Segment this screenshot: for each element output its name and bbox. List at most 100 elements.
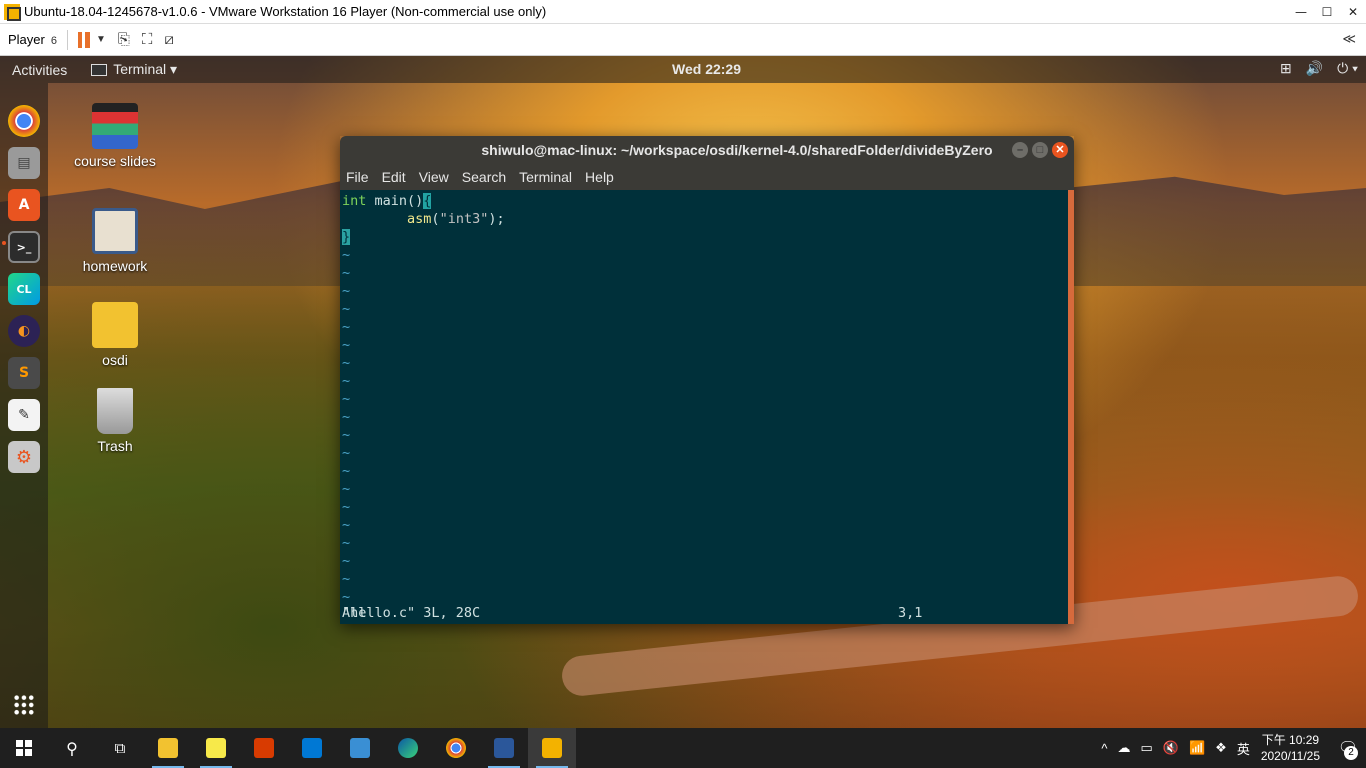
toolbar-divider [66, 29, 68, 50]
dock-terminal-icon[interactable]: >_ [8, 231, 40, 263]
code-line-2: asm("int3"); [407, 211, 505, 227]
volume-icon: 🔊 [1305, 60, 1324, 76]
menu-terminal[interactable]: Terminal [519, 169, 572, 185]
unity-mode-icon[interactable]: ⧄ [164, 31, 174, 48]
dropbox-icon[interactable]: ❖ [1215, 740, 1227, 756]
desktop-icon-homework[interactable]: homework [65, 208, 165, 274]
power-icon: ⏻ ▾ [1337, 60, 1358, 76]
empty-line-tilde: ~ [342, 535, 351, 551]
terminal-close-button[interactable]: ✕ [1052, 142, 1068, 158]
taskbar-time: 下午 10:29 [1261, 733, 1320, 747]
network-icon: ⊞ [1279, 60, 1292, 76]
taskbar-search-icon[interactable]: ⚲ [48, 728, 96, 768]
empty-line-tilde: ~ [342, 319, 351, 335]
task-view-icon[interactable]: ⧉ [96, 728, 144, 768]
taskbar-edge-icon[interactable] [384, 728, 432, 768]
empty-line-tilde: ~ [342, 391, 351, 407]
empty-line-tilde: ~ [342, 481, 351, 497]
terminal-minimize-button[interactable]: – [1012, 142, 1028, 158]
desktop-icon-trash[interactable]: Trash [65, 388, 165, 454]
action-center-button[interactable]: 🗨 2 [1330, 728, 1366, 768]
terminal-text-area[interactable]: int main(){ asm("int3"); } ~ ~ ~ ~ ~ ~ ~ ~ ~ ~ ~ ~ ~… [340, 190, 1074, 624]
dock-text-editor-icon[interactable]: ✎ [8, 399, 40, 431]
input-method-indicator[interactable]: 英 [1237, 739, 1250, 758]
empty-line-tilde: ~ [342, 517, 351, 533]
taskbar-office-icon[interactable] [240, 728, 288, 768]
player-menu-badge: 6 [50, 35, 57, 47]
system-status-area[interactable]: ⊞ 🔊 ⏻ ▾ [1280, 60, 1358, 77]
code-line-3: } [342, 228, 351, 246]
taskbar-mail-icon[interactable] [288, 728, 336, 768]
vmware-logo-icon [4, 3, 21, 21]
ubuntu-dock: ▤ A >_ CL ◐ S ✎ ⚙ [0, 83, 48, 728]
terminal-maximize-button[interactable]: □ [1032, 142, 1048, 158]
menu-help[interactable]: Help [585, 169, 614, 185]
empty-line-tilde: ~ [342, 283, 351, 299]
dock-chrome-icon[interactable] [8, 105, 40, 137]
pause-dropdown-icon[interactable]: ▼ [96, 34, 106, 45]
terminal-app-menu[interactable]: Terminal ▾ [91, 61, 177, 78]
empty-line-tilde: ~ [342, 373, 351, 389]
vmware-window-title: Ubuntu-18.04-1245678-v1.0.6 - VMware Wor… [24, 4, 547, 19]
show-hidden-icons-icon[interactable]: ^ [1101, 741, 1107, 756]
taskbar-file-explorer-icon[interactable] [144, 728, 192, 768]
empty-line-tilde: ~ [342, 445, 351, 461]
dock-settings-icon[interactable]: ⚙ [8, 441, 40, 473]
empty-line-tilde: ~ [342, 301, 351, 317]
onedrive-icon[interactable]: ☁ [1117, 740, 1130, 756]
pause-icon[interactable] [77, 31, 90, 48]
full-screen-icon[interactable]: ⛶ [142, 31, 153, 48]
dock-eclipse-icon[interactable]: ◐ [8, 315, 40, 347]
speaker-muted-icon[interactable]: 🔇 [1163, 740, 1179, 756]
taskbar-chrome-icon[interactable] [432, 728, 480, 768]
vmware-titlebar: Ubuntu-18.04-1245678-v1.0.6 - VMware Wor… [0, 0, 1366, 24]
terminal-window: shiwulo@mac-linux: ~/workspace/osdi/kern… [340, 136, 1074, 624]
vmware-toolbar: Player 6 ▼ ⎘ ⛶ ⧄ ≪ [0, 24, 1366, 56]
empty-line-tilde: ~ [342, 571, 351, 587]
topbar-clock[interactable]: Wed 22:29 [672, 61, 741, 77]
activities-button[interactable]: Activities [12, 62, 67, 78]
taskbar-remote-desktop-icon[interactable] [336, 728, 384, 768]
battery-icon[interactable]: ▭ [1140, 740, 1152, 756]
dock-sublime-icon[interactable]: S [8, 357, 40, 389]
dock-active-indicator [2, 241, 6, 245]
menu-search[interactable]: Search [462, 169, 506, 185]
send-ctrl-alt-del-icon[interactable]: ⎘ [118, 31, 130, 48]
notification-count: 2 [1344, 746, 1358, 760]
player-menu-label: Player [8, 32, 45, 47]
ubuntu-top-bar: Activities Terminal ▾ Wed 22:29 ⊞ 🔊 ⏻ ▾ [0, 56, 1366, 83]
maximize-button[interactable]: ☐ [1314, 5, 1340, 19]
empty-line-tilde: ~ [342, 499, 351, 515]
notebook-icon [92, 208, 138, 254]
desktop-icon-course-slides[interactable]: course slides [65, 103, 165, 169]
show-applications-icon[interactable] [13, 694, 35, 716]
close-button[interactable]: ✕ [1340, 5, 1366, 19]
empty-line-tilde: ~ [342, 247, 351, 263]
collapse-toolbar-icon[interactable]: ≪ [1342, 31, 1356, 47]
desktop-icon-label: Trash [97, 438, 133, 454]
taskbar-clock[interactable]: 下午 10:29 2020/11/25 [1261, 732, 1320, 764]
start-button[interactable] [0, 728, 48, 768]
menu-file[interactable]: File [346, 169, 369, 185]
trash-icon [97, 388, 133, 434]
dock-files-icon[interactable]: ▤ [8, 147, 40, 179]
text-cursor: } [342, 229, 351, 245]
taskbar-date: 2020/11/25 [1260, 749, 1320, 763]
player-menu[interactable]: Player 6 [8, 32, 57, 47]
empty-line-tilde: ~ [342, 463, 351, 479]
taskbar-sticky-notes-icon[interactable] [192, 728, 240, 768]
dock-clion-icon[interactable]: CL [8, 273, 40, 305]
taskbar-word-icon[interactable] [480, 728, 528, 768]
empty-line-tilde: ~ [342, 355, 351, 371]
minimize-button[interactable]: — [1288, 5, 1314, 19]
windows-taskbar: ⚲ ⧉ ^ ☁ ▭ 🔇 📶 ❖ 英 下午 10:29 2020/11/25 🗨 … [0, 728, 1366, 768]
menu-view[interactable]: View [419, 169, 449, 185]
desktop-icon-osdi[interactable]: osdi [65, 302, 165, 368]
terminal-titlebar[interactable]: shiwulo@mac-linux: ~/workspace/osdi/kern… [340, 136, 1074, 164]
app-menu-label: Terminal ▾ [113, 61, 178, 77]
wifi-icon[interactable]: 📶 [1189, 740, 1205, 756]
dock-software-icon[interactable]: A [8, 189, 40, 221]
empty-line-tilde: ~ [342, 427, 351, 443]
taskbar-vmware-icon[interactable] [528, 728, 576, 768]
menu-edit[interactable]: Edit [382, 169, 406, 185]
